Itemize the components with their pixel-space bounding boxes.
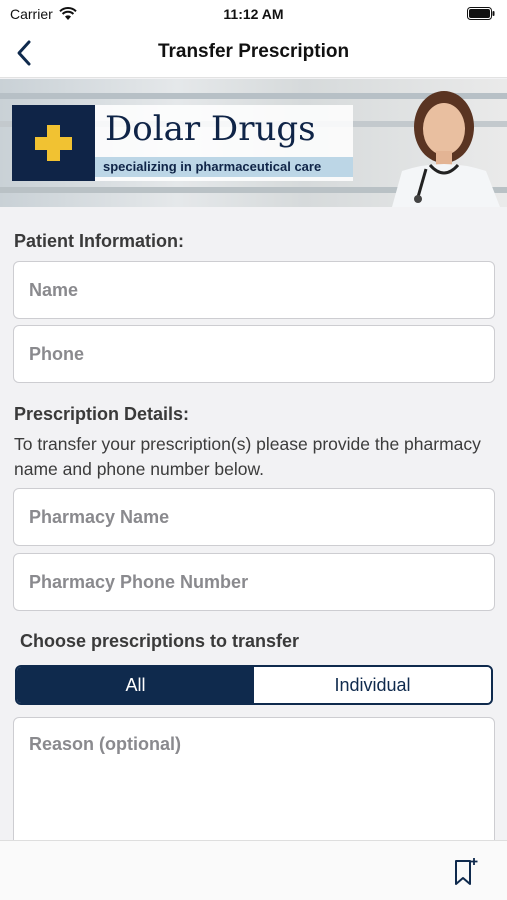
transfer-scope-segmented-control: All Individual	[15, 665, 493, 705]
pharmacy-name-field[interactable]	[13, 488, 495, 546]
plus-icon	[35, 125, 72, 161]
battery-icon	[467, 7, 495, 20]
phone-field[interactable]	[13, 325, 495, 383]
transfer-help-text: To transfer your prescription(s) please …	[14, 434, 481, 479]
pharmacy-phone-input[interactable]	[14, 554, 494, 610]
navigation-bar: Transfer Prescription	[0, 28, 507, 78]
segment-individual[interactable]: Individual	[254, 667, 491, 703]
reason-field[interactable]	[13, 717, 495, 857]
phone-input[interactable]	[14, 326, 494, 382]
name-input[interactable]	[14, 262, 494, 318]
status-bar: Carrier 11:12 AM	[0, 0, 507, 28]
brand-tagline: specializing in pharmaceutical care	[95, 157, 353, 177]
logo-box	[12, 105, 95, 181]
status-time: 11:12 AM	[223, 6, 284, 22]
prescription-details-heading: Prescription Details:	[14, 404, 190, 424]
pharmacy-banner: Dolar Drugs specializing in pharmaceutic…	[0, 79, 507, 207]
brand-name: Dolar Drugs	[105, 109, 316, 149]
bottom-toolbar	[0, 840, 507, 900]
pharmacy-name-input[interactable]	[14, 489, 494, 545]
pharmacist-image	[392, 91, 500, 207]
reason-textarea[interactable]	[14, 718, 494, 856]
patient-info-heading: Patient Information:	[14, 231, 184, 251]
page-title: Transfer Prescription	[157, 41, 350, 62]
bookmark-add-icon[interactable]	[453, 857, 479, 887]
name-field[interactable]	[13, 261, 495, 319]
segment-all[interactable]: All	[17, 667, 254, 703]
pharmacy-phone-field[interactable]	[13, 553, 495, 611]
choose-prescriptions-heading: Choose prescriptions to transfer	[20, 631, 300, 651]
brand-box: Dolar Drugs specializing in pharmaceutic…	[95, 105, 353, 181]
